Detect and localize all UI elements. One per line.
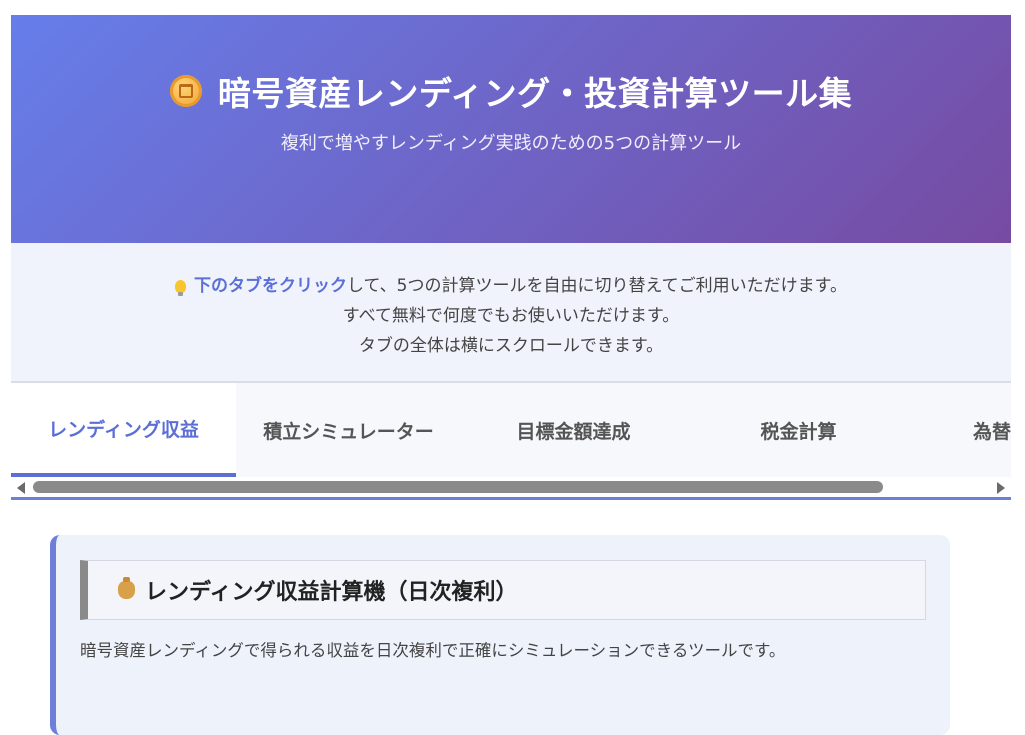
hint-strong-text: 下のタブをクリック	[194, 276, 348, 296]
page-subtitle: 複利で増やすレンディング実践のための5つの計算ツール	[280, 133, 742, 154]
hint-line-2: すべて無料で何度でもお使いいただけます。	[342, 306, 680, 326]
card-title: レンディング収益計算機（日次複利）	[145, 580, 518, 605]
tab-tax-calculation[interactable]: 税金計算	[686, 383, 911, 477]
scroll-right-arrow-icon[interactable]	[997, 482, 1005, 494]
usage-hint: 下のタブをクリックして、5つの計算ツールを自由に切り替えてご利用いただけます。 …	[11, 243, 1011, 383]
tab-exchange[interactable]: 為替	[911, 383, 1011, 477]
card-description: 暗号資産レンディングで得られる収益を日次複利で正確にシミュレーションできるツール…	[80, 641, 786, 660]
page-title-text: 暗号資産レンディング・投資計算ツール集	[217, 74, 853, 113]
tab-goal-amount[interactable]: 目標金額達成	[461, 383, 686, 477]
hint-line-3: タブの全体は横にスクロールできます。	[358, 336, 664, 356]
scrollbar-thumb[interactable]	[33, 481, 883, 493]
hero-header: 暗号資産レンディング・投資計算ツール集 複利で増やすレンディング実践のための5つ…	[11, 15, 1011, 243]
tab-lending-yield[interactable]: レンディング収益	[11, 383, 236, 477]
tab-accumulation-simulator[interactable]: 積立シミュレーター	[236, 383, 461, 477]
tool-tabs: レンディング収益 積立シミュレーター 目標金額達成 税金計算 為替	[11, 383, 1011, 477]
tabs-scrollbar[interactable]	[11, 477, 1011, 500]
hint-rest-text: して、5つの計算ツールを自由に切り替えてご利用いただけます。	[347, 276, 847, 296]
money-bag-icon	[118, 577, 135, 599]
lending-calculator-card: レンディング収益計算機（日次複利） 暗号資産レンディングで得られる収益を日次複利…	[50, 535, 950, 735]
hint-line-1: 下のタブをクリックして、5つの計算ツールを自由に切り替えてご利用いただけます。	[11, 271, 1011, 301]
lightbulb-icon	[175, 280, 187, 296]
scroll-left-arrow-icon[interactable]	[17, 482, 25, 494]
card-header: レンディング収益計算機（日次複利）	[80, 560, 926, 620]
page-title: 暗号資産レンディング・投資計算ツール集	[11, 67, 1011, 115]
coin-icon	[169, 75, 202, 107]
